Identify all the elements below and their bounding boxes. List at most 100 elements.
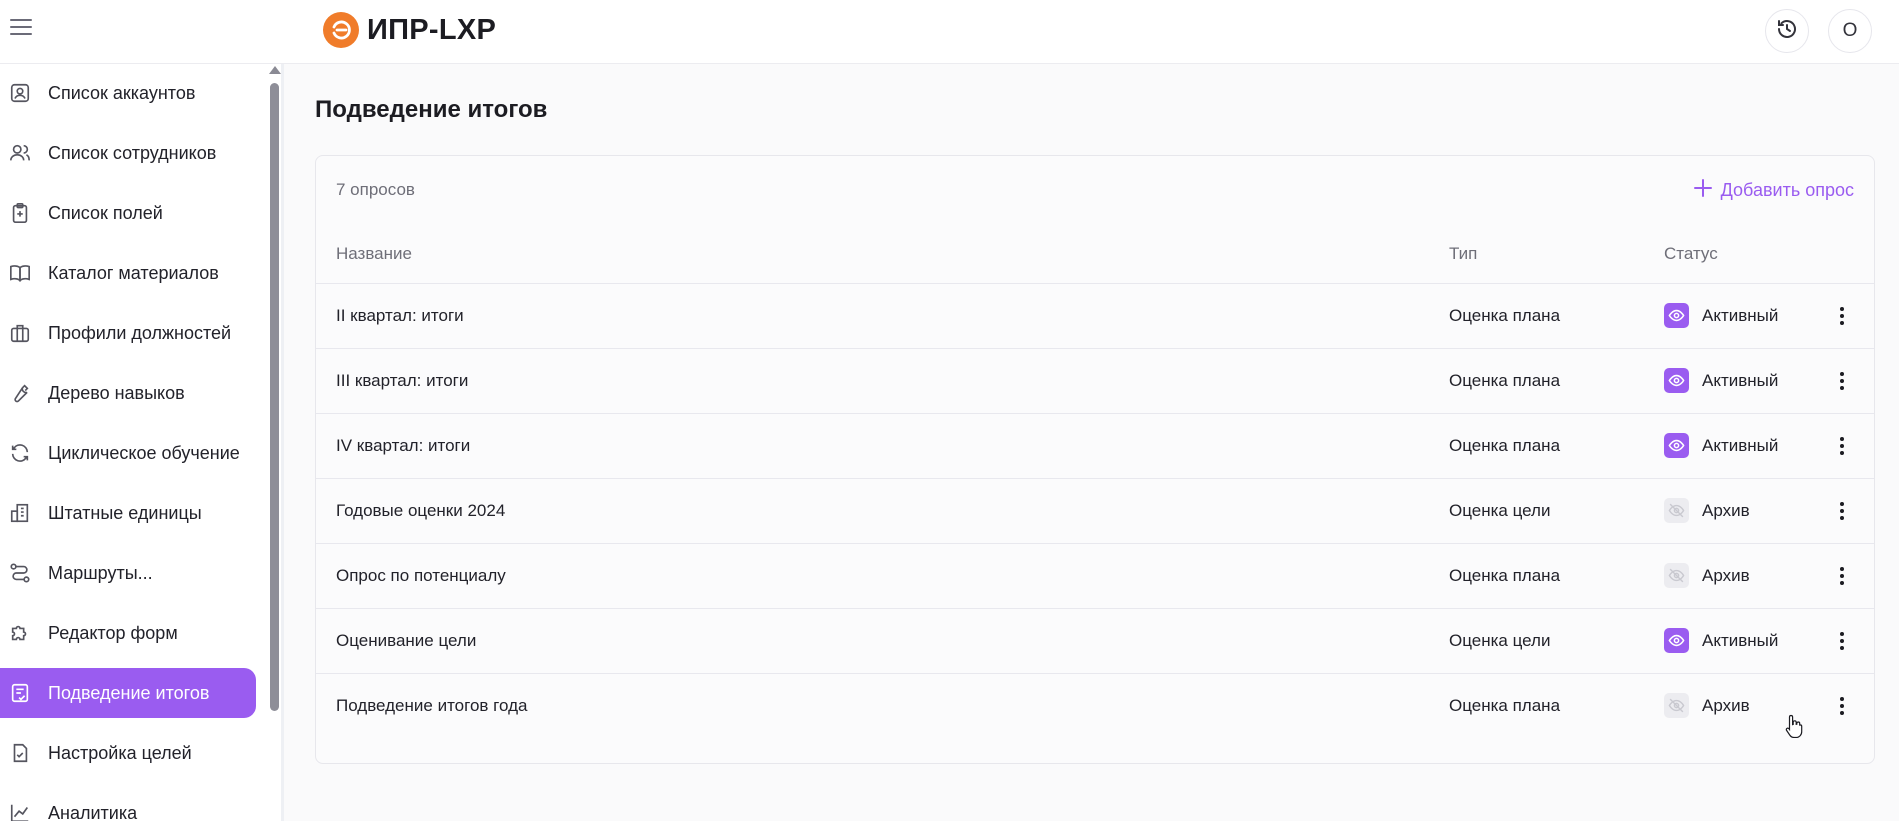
table-row[interactable]: IV квартал: итоги Оценка плана Активный xyxy=(316,413,1874,478)
survey-name[interactable]: IV квартал: итоги xyxy=(336,436,470,456)
table-row[interactable]: Годовые оценки 2024 Оценка цели Архив xyxy=(316,478,1874,543)
history-button[interactable] xyxy=(1765,9,1809,53)
building-icon xyxy=(8,501,32,525)
book-icon xyxy=(8,261,32,285)
sidebar-item-employees[interactable]: Список сотрудников xyxy=(0,128,256,178)
file-check-icon xyxy=(8,741,32,765)
users-icon xyxy=(8,141,32,165)
table-row[interactable]: II квартал: итоги Оценка плана Активный xyxy=(316,283,1874,348)
eye-off-icon[interactable] xyxy=(1664,498,1689,523)
more-vertical-icon[interactable] xyxy=(1834,629,1850,653)
survey-type: Оценка цели xyxy=(1449,631,1551,650)
sidebar-item-summary[interactable]: Подведение итогов xyxy=(0,668,256,718)
survey-type: Оценка цели xyxy=(1449,501,1551,520)
more-vertical-icon[interactable] xyxy=(1834,434,1850,458)
report-check-icon xyxy=(8,681,32,705)
more-vertical-icon[interactable] xyxy=(1834,694,1850,718)
sidebar-item-label: Аналитика xyxy=(48,802,138,821)
sidebar-item-routes[interactable]: Маршруты... xyxy=(0,548,256,598)
status-badge: Архив xyxy=(1664,498,1750,523)
status-badge: Активный xyxy=(1664,628,1778,653)
sidebar-item-label: Профили должностей xyxy=(48,322,232,343)
surveys-count: 7 опросов xyxy=(336,180,415,199)
status-badge: Активный xyxy=(1664,368,1778,393)
column-header-name[interactable]: Название xyxy=(336,244,412,264)
sidebar-item-label: Дерево навыков xyxy=(48,382,185,403)
more-vertical-icon[interactable] xyxy=(1834,369,1850,393)
sidebar-item-label: Список полей xyxy=(48,202,163,223)
status-text: Активный xyxy=(1702,630,1779,650)
table-row[interactable]: Оценивание цели Оценка цели Активный xyxy=(316,608,1874,673)
survey-type: Оценка плана xyxy=(1449,566,1561,585)
survey-name[interactable]: Годовые оценки 2024 xyxy=(336,501,505,521)
hand-cursor-icon xyxy=(1785,714,1803,743)
table-row[interactable]: Опрос по потенциалу Оценка плана Архив xyxy=(316,543,1874,608)
status-text: Архив xyxy=(1702,500,1750,520)
sidebar-item-catalog[interactable]: Каталог материалов xyxy=(0,248,256,298)
eye-icon[interactable] xyxy=(1664,433,1689,458)
avatar-initial: O xyxy=(1842,20,1858,41)
menu-icon[interactable] xyxy=(8,14,34,40)
sidebar-item-fields[interactable]: Список полей xyxy=(0,188,256,238)
eye-off-icon[interactable] xyxy=(1664,693,1689,718)
logo-text: ИПР-LXP xyxy=(367,13,497,46)
eye-icon[interactable] xyxy=(1664,368,1689,393)
sidebar-item-label: Список сотрудников xyxy=(48,142,217,163)
eye-icon[interactable] xyxy=(1664,303,1689,328)
status-badge: Активный xyxy=(1664,433,1778,458)
account-card-icon xyxy=(8,81,32,105)
survey-name[interactable]: Подведение итогов года xyxy=(336,696,527,716)
sidebar-item-job-profiles[interactable]: Профили должностей xyxy=(0,308,256,358)
survey-type: Оценка плана xyxy=(1449,371,1561,390)
sidebar-item-label: Подведение итогов xyxy=(48,682,210,703)
survey-name[interactable]: III квартал: итоги xyxy=(336,371,468,391)
table-row[interactable]: III квартал: итоги Оценка плана Активный xyxy=(316,348,1874,413)
status-text: Активный xyxy=(1702,370,1779,390)
status-text: Архив xyxy=(1702,695,1750,715)
scroll-up-arrow-icon[interactable] xyxy=(269,66,281,74)
survey-name[interactable]: Опрос по потенциалу xyxy=(336,566,506,586)
app-logo[interactable]: ИПР-LXP xyxy=(323,10,496,50)
avatar-button[interactable]: O xyxy=(1828,9,1872,53)
chart-line-icon xyxy=(8,801,32,821)
sidebar-item-form-editor[interactable]: Редактор форм xyxy=(0,608,256,658)
puzzle-icon xyxy=(8,621,32,645)
page-title: Подведение итогов xyxy=(315,96,548,123)
column-header-type[interactable]: Тип xyxy=(1449,244,1477,264)
eye-icon[interactable] xyxy=(1664,628,1689,653)
sidebar-item-staff-units[interactable]: Штатные единицы xyxy=(0,488,256,538)
sidebar-item-label: Каталог материалов xyxy=(48,262,219,283)
sidebar-item-cyclic-learning[interactable]: Циклическое обучение xyxy=(0,428,256,478)
wrench-icon xyxy=(8,381,32,405)
status-badge: Архив xyxy=(1664,693,1750,718)
eye-off-icon[interactable] xyxy=(1664,563,1689,588)
column-header-status[interactable]: Статус xyxy=(1664,244,1718,264)
survey-type: Оценка плана xyxy=(1449,696,1561,715)
sidebar-item-label: Штатные единицы xyxy=(48,502,202,523)
sidebar-item-analytics[interactable]: Аналитика xyxy=(0,788,256,821)
history-icon xyxy=(1775,17,1799,46)
more-vertical-icon[interactable] xyxy=(1834,564,1850,588)
surveys-table-card: 7 опросов Добавить опрос Название Тип Ст… xyxy=(315,155,1875,764)
sidebar-item-label: Настройка целей xyxy=(48,742,192,763)
clipboard-plus-icon xyxy=(8,201,32,225)
survey-name[interactable]: II квартал: итоги xyxy=(336,306,464,326)
add-survey-label: Добавить опрос xyxy=(1720,180,1854,200)
sidebar-item-goals-settings[interactable]: Настройка целей xyxy=(0,728,256,778)
sidebar-item-label: Список аккаунтов xyxy=(48,82,196,103)
refresh-icon xyxy=(8,441,32,465)
add-survey-button[interactable]: Добавить опрос xyxy=(1693,178,1854,203)
survey-type: Оценка плана xyxy=(1449,436,1561,455)
briefcase-icon xyxy=(8,321,32,345)
status-badge: Активный xyxy=(1664,303,1778,328)
table-row[interactable]: Подведение итогов года Оценка плана Архив xyxy=(316,673,1874,738)
survey-name[interactable]: Оценивание цели xyxy=(336,631,476,651)
sidebar-scrollbar-thumb[interactable] xyxy=(270,83,279,711)
more-vertical-icon[interactable] xyxy=(1834,499,1850,523)
status-text: Активный xyxy=(1702,435,1779,455)
sidebar-item-skills-tree[interactable]: Дерево навыков xyxy=(0,368,256,418)
sidebar-item-accounts[interactable]: Список аккаунтов xyxy=(0,68,256,118)
top-bar: ИПР-LXP O xyxy=(0,0,1899,64)
sidebar-item-label: Редактор форм xyxy=(48,622,178,643)
more-vertical-icon[interactable] xyxy=(1834,304,1850,328)
